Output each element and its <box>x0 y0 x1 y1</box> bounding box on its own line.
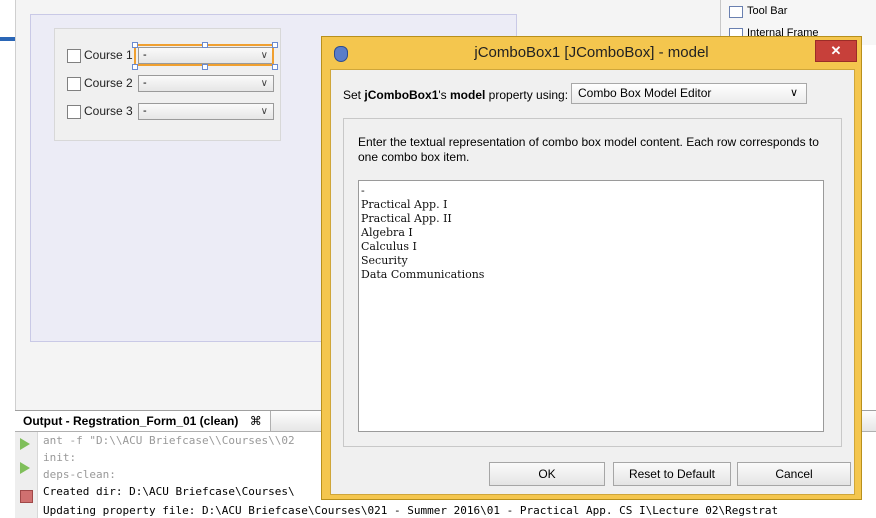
model-item: - <box>361 184 365 197</box>
output-line: Updating property file: D:\ACU Briefcase… <box>43 504 779 517</box>
course-2-checkbox[interactable] <box>67 77 81 91</box>
palette-item-tool-bar[interactable]: Tool Bar <box>727 4 876 20</box>
model-item: Data Communications <box>361 268 485 281</box>
dialog-title-bar[interactable]: jComboBox1 [JComboBox] - model ✕ <box>322 37 861 69</box>
output-toolbar <box>15 432 38 518</box>
course-3-combobox-value: - <box>143 105 147 117</box>
reset-to-default-button[interactable]: Reset to Default <box>613 462 731 486</box>
editor-panel: Enter the textual representation of comb… <box>343 118 842 447</box>
output-line: deps-clean: <box>43 468 116 481</box>
model-items-textarea[interactable]: - Practical App. I Practical App. II Alg… <box>358 180 824 432</box>
course-3-checkbox[interactable] <box>67 105 81 119</box>
set-mid: 's <box>438 88 450 102</box>
model-item: Practical App. I <box>361 198 448 211</box>
close-button[interactable]: ✕ <box>815 40 857 62</box>
output-tab-title: Output - Regstration_Form_01 (clean) <box>23 414 239 428</box>
component-name: jComboBox1 <box>364 88 439 102</box>
editor-description: Enter the textual representation of comb… <box>358 135 819 164</box>
course-3-label: Course 3 <box>84 104 133 118</box>
resize-handle[interactable] <box>202 64 208 70</box>
course-3-combobox[interactable]: - ∨ <box>138 103 274 120</box>
output-tab[interactable]: Output - Regstration_Form_01 (clean) ⌘ <box>15 411 271 431</box>
rerun-with-params-icon[interactable] <box>20 462 30 474</box>
palette-item-label: Tool Bar <box>747 5 788 17</box>
ok-button[interactable]: OK <box>489 462 605 486</box>
course-1-checkbox[interactable] <box>67 49 81 63</box>
course-2-combobox[interactable]: - ∨ <box>138 75 274 92</box>
model-item: Calculus I <box>361 240 417 253</box>
resize-handle[interactable] <box>202 42 208 48</box>
dialog-title: jComboBox1 [JComboBox] - model <box>474 44 709 61</box>
chevron-down-icon: ∨ <box>789 87 798 99</box>
set-prefix: Set <box>343 88 365 102</box>
course-1-label: Course 1 <box>84 48 133 62</box>
property-name: model <box>450 88 486 102</box>
course-2-label: Course 2 <box>84 76 133 90</box>
resize-handle[interactable] <box>132 42 138 48</box>
toolbar-icon <box>729 6 743 18</box>
model-item: Practical App. II <box>361 212 452 225</box>
output-line: init: <box>43 451 77 464</box>
chevron-down-icon: ∨ <box>260 106 268 117</box>
editor-select[interactable]: Combo Box Model Editor ∨ <box>571 83 807 104</box>
resize-handle[interactable] <box>272 42 278 48</box>
model-editor-dialog: jComboBox1 [JComboBox] - model ✕ Set jCo… <box>321 36 862 500</box>
course-2-combobox-value: - <box>143 77 147 89</box>
set-suffix: property using: <box>485 88 569 102</box>
output-line: Created dir: D:\ACU Briefcase\Courses\ <box>43 485 295 498</box>
output-line: ant -f "D:\\ACU Briefcase\\Courses\\02 <box>43 434 295 447</box>
resize-handle[interactable] <box>132 64 138 70</box>
property-editor-label: Set jComboBox1's model property using: <box>343 88 568 102</box>
resize-handle[interactable] <box>272 64 278 70</box>
close-icon[interactable]: ⌘ <box>250 414 262 428</box>
editor-select-value: Combo Box Model Editor <box>578 86 712 100</box>
chevron-down-icon: ∨ <box>260 78 268 89</box>
model-item: Security <box>361 254 408 267</box>
rerun-icon[interactable] <box>20 438 30 450</box>
stop-icon[interactable] <box>20 490 33 503</box>
dialog-body: Set jComboBox1's model property using: C… <box>330 69 855 495</box>
cancel-button[interactable]: Cancel <box>737 462 851 486</box>
model-item: Algebra I <box>361 226 413 239</box>
